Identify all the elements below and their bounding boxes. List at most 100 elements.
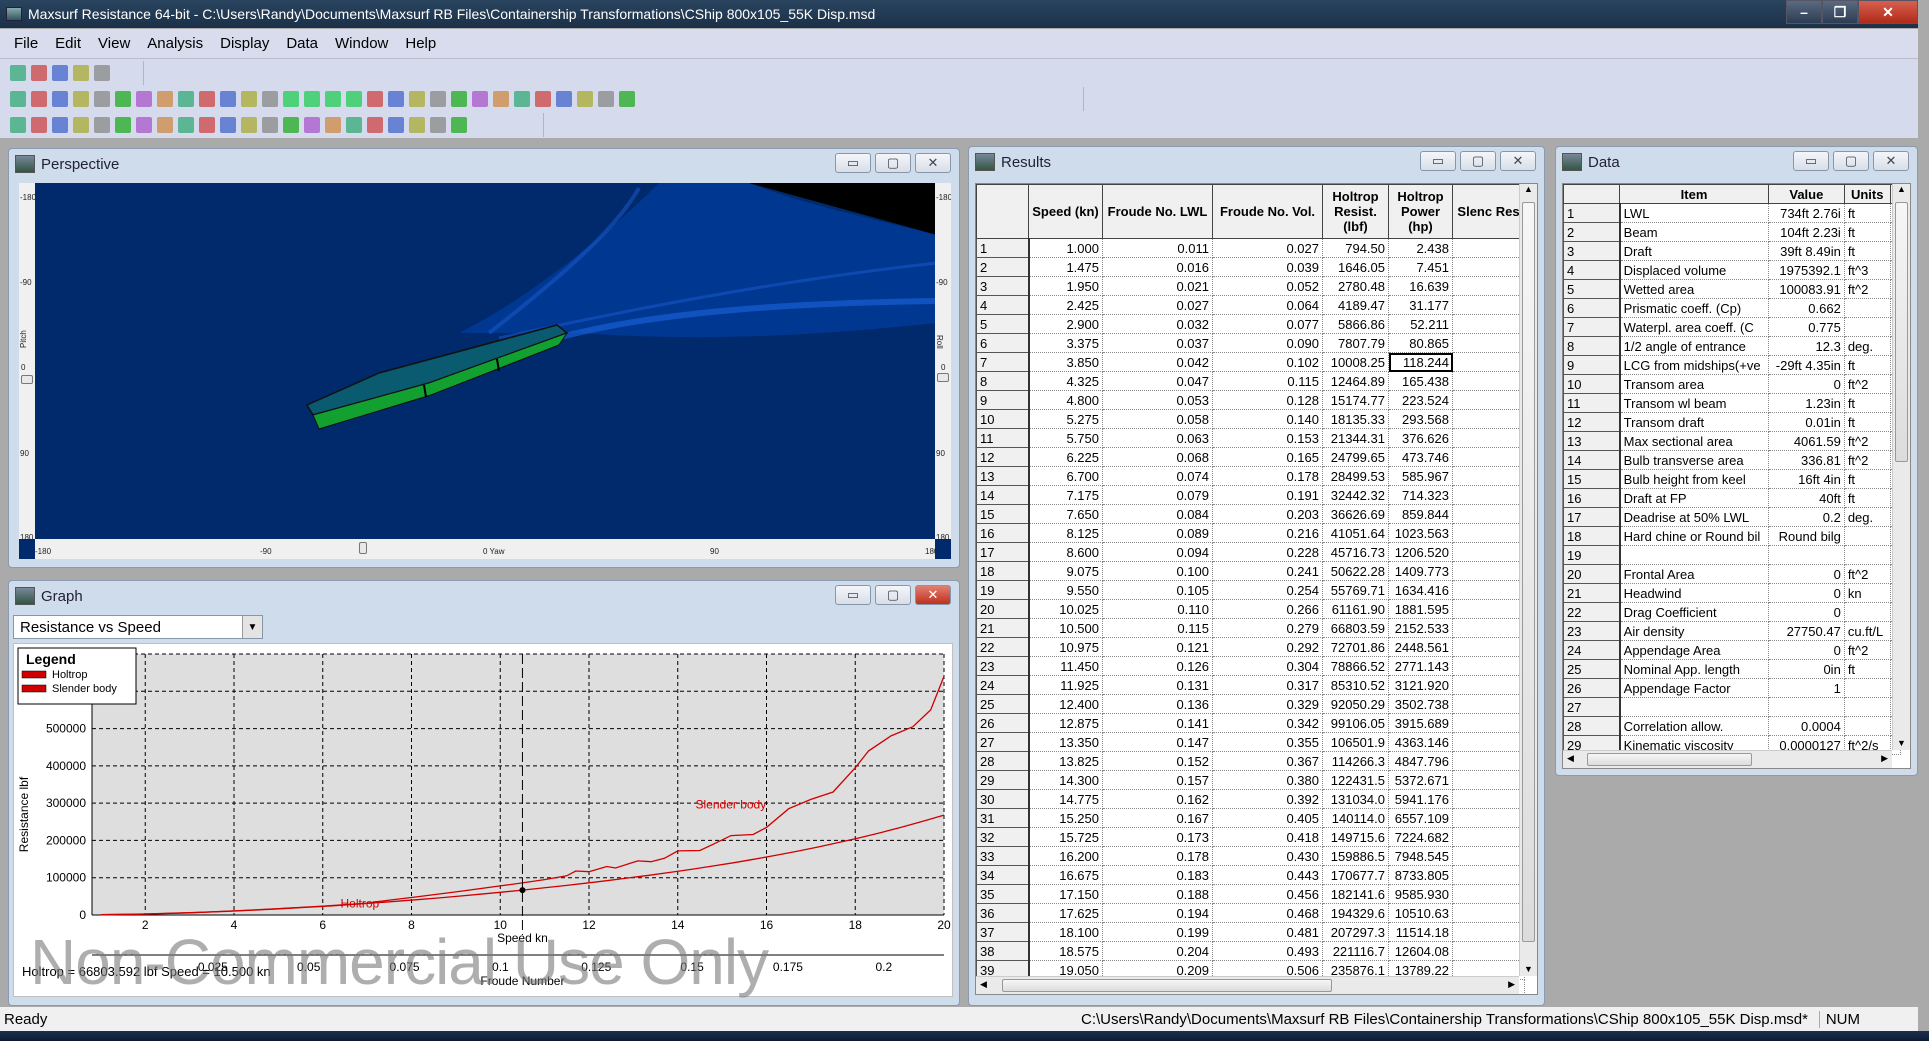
table-cell[interactable]: 0.304 [1212, 656, 1323, 676]
section-view-icon[interactable] [346, 91, 362, 107]
units-cell[interactable]: ft [1843, 241, 1891, 261]
table-cell[interactable]: 10008.25 [1322, 352, 1389, 372]
table-cell[interactable]: 10510.63 [1388, 903, 1453, 923]
table-row[interactable]: 27 [1563, 697, 1902, 717]
perspective-close-button[interactable]: ✕ [915, 153, 951, 173]
resistance-chart[interactable]: 0 100000 200000 300000 400000 500000 2 4 6 8 10 12 1… [14, 644, 954, 996]
grid2-icon[interactable] [73, 65, 89, 81]
units-cell[interactable]: ft^2 [1843, 564, 1891, 584]
row-number[interactable]: 11 [976, 428, 1030, 448]
compass-icon[interactable] [388, 117, 404, 133]
value-cell[interactable]: 16ft 4in [1767, 469, 1845, 489]
row-number[interactable]: 36 [976, 903, 1030, 923]
units-cell[interactable]: ft^2 [1843, 640, 1891, 660]
table-row[interactable]: 1 1.000 0.011 0.027 794.50 2.438 [976, 238, 1525, 258]
table-cell[interactable]: 0.102 [1212, 352, 1323, 372]
table-row[interactable]: 10 Transom area 0 ft^2 [1563, 374, 1902, 394]
table-cell[interactable]: 5.750 [1028, 428, 1103, 448]
table-cell[interactable]: 585.967 [1388, 466, 1453, 486]
table-cell[interactable]: 18.100 [1028, 922, 1103, 942]
table-cell[interactable]: 18135.33 [1322, 409, 1389, 429]
table-row[interactable]: 33 16.200 0.178 0.430 159886.5 7948.545 [976, 846, 1525, 866]
table-cell[interactable]: 0.199 [1102, 922, 1213, 942]
table-cell[interactable]: 2.438 [1388, 238, 1453, 258]
calculator-icon[interactable] [514, 91, 530, 107]
units-cell[interactable]: deg. [1843, 507, 1891, 527]
scroll-right-icon[interactable]: ▶ [1881, 753, 1888, 764]
menu-window[interactable]: Window [335, 35, 388, 52]
table-cell[interactable]: 9.075 [1028, 561, 1103, 581]
table-cell[interactable]: 4.800 [1028, 390, 1103, 410]
data-horizontal-scrollbar[interactable]: ◀ ▶ [1563, 750, 1892, 768]
table-row[interactable]: 8 1/2 angle of entrance 12.3 deg. [1563, 336, 1902, 356]
table-cell[interactable]: 0.053 [1102, 390, 1213, 410]
table-cell[interactable]: 114266.3 [1322, 751, 1389, 771]
table-row[interactable]: 7 Waterpl. area coeff. (C 0.775 [1563, 317, 1902, 337]
row-number[interactable]: 12 [976, 447, 1030, 467]
table-row[interactable]: 12 Transom draft 0.01in ft [1563, 412, 1902, 432]
right-icon[interactable] [115, 117, 131, 133]
table-row[interactable]: 32 15.725 0.173 0.418 149715.6 7224.682 [976, 827, 1525, 847]
table-cell[interactable]: 6557.109 [1388, 808, 1453, 828]
table-cell[interactable]: 0.157 [1102, 770, 1213, 790]
row-number[interactable]: 22 [976, 637, 1030, 657]
table-cell[interactable]: 0.468 [1212, 903, 1323, 923]
table-cell[interactable]: 2771.143 [1388, 656, 1453, 676]
results-close-button[interactable]: ✕ [1500, 151, 1536, 171]
scroll-right-icon[interactable]: ▶ [1508, 979, 1515, 990]
table-row[interactable]: 11 Transom wl beam 1.23in ft [1563, 393, 1902, 413]
table-cell[interactable]: 9585.930 [1388, 884, 1453, 904]
row-number[interactable]: 29 [976, 770, 1030, 790]
results-column-header[interactable]: Froude No. LWL [1102, 184, 1213, 239]
table-cell[interactable]: 2.900 [1028, 314, 1103, 334]
table-cell[interactable]: 194329.6 [1322, 903, 1389, 923]
cb-icon[interactable] [430, 117, 446, 133]
table-row[interactable]: 36 17.625 0.194 0.468 194329.6 10510.63 [976, 903, 1525, 923]
table-row[interactable]: 10 5.275 0.058 0.140 18135.33 293.568 [976, 409, 1525, 429]
menu-file[interactable]: File [14, 35, 38, 52]
table-row[interactable]: 11 5.750 0.063 0.153 21344.31 376.626 [976, 428, 1525, 448]
units-cell[interactable] [1843, 716, 1891, 736]
table-row[interactable]: 38 18.575 0.204 0.493 221116.7 12604.08 [976, 941, 1525, 961]
units-cell[interactable]: deg. [1843, 336, 1891, 356]
yaw-slider-thumb[interactable] [359, 542, 367, 554]
table-row[interactable]: 28Correlation allow.0.0004( [1563, 716, 1902, 736]
table-cell[interactable]: 0.079 [1102, 485, 1213, 505]
item-cell[interactable]: Displaced volume [1619, 260, 1769, 280]
table-cell[interactable]: 7224.682 [1388, 827, 1453, 847]
item-cell[interactable]: Nominal App. length [1619, 659, 1769, 679]
cut-icon[interactable] [73, 91, 89, 107]
table-cell[interactable]: 0.021 [1102, 276, 1213, 296]
table-cell[interactable]: 72701.86 [1322, 637, 1389, 657]
table-row[interactable]: 29 14.300 0.157 0.380 122431.5 5372.671 [976, 770, 1525, 790]
table-row[interactable]: 5 Wetted area 100083.91 ft^2 [1563, 279, 1902, 299]
table-cell[interactable]: 0.121 [1102, 637, 1213, 657]
table-row[interactable]: 35 17.150 0.188 0.456 182141.6 9585.930 [976, 884, 1525, 904]
value-cell[interactable]: 336.81 [1767, 450, 1845, 470]
value-cell[interactable]: -29ft 4.35in [1767, 355, 1845, 375]
table-cell[interactable] [1452, 314, 1525, 334]
efficiency-icon[interactable] [472, 91, 488, 107]
table-cell[interactable]: 0.167 [1102, 808, 1213, 828]
home-view-icon[interactable] [220, 91, 236, 107]
perspective-view[interactable]: -180 -90 Pitch 0 90 180 -180 -90 Roll 0 … [19, 183, 951, 559]
table-cell[interactable] [1452, 542, 1525, 562]
axes-icon[interactable] [241, 117, 257, 133]
table-cell[interactable]: 0.342 [1212, 713, 1323, 733]
table-cell[interactable] [1452, 466, 1525, 486]
table-cell[interactable]: 8.125 [1028, 523, 1103, 543]
row-number[interactable]: 23 [976, 656, 1030, 676]
table-cell[interactable]: 106501.9 [1322, 732, 1389, 752]
data-column-header[interactable]: Value [1767, 184, 1845, 204]
funnel-icon[interactable] [52, 117, 68, 133]
table-cell[interactable]: 0.027 [1212, 238, 1323, 258]
graph-canvas[interactable]: 0 100000 200000 300000 400000 500000 2 4 6 8 10 12 1… [13, 643, 953, 997]
units-cell[interactable]: ft [1843, 203, 1891, 223]
table-cell[interactable] [1452, 903, 1525, 923]
table-cell[interactable] [1452, 580, 1525, 600]
table-cell[interactable]: 0.068 [1102, 447, 1213, 467]
value-cell[interactable]: 0in [1767, 659, 1845, 679]
methods-icon[interactable] [451, 91, 467, 107]
value-cell[interactable]: 0.662 [1767, 298, 1845, 318]
table-cell[interactable] [1452, 504, 1525, 524]
